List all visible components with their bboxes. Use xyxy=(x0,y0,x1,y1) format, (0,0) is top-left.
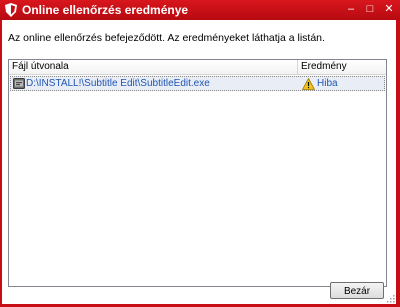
title-bar[interactable]: Online ellenőrzés eredménye – □ ✕ xyxy=(0,0,400,20)
close-button[interactable]: Bezár xyxy=(330,282,384,299)
results-list[interactable]: Fájl útvonala Eredmény D:\INSTALL!\Subti… xyxy=(8,59,387,287)
executable-file-icon xyxy=(13,78,25,89)
status-message: Az online ellenőrzés befejeződött. Az er… xyxy=(8,32,325,44)
minimize-button[interactable]: – xyxy=(344,3,358,16)
dialog-window: Online ellenőrzés eredménye – □ ✕ Az onl… xyxy=(0,0,400,307)
table-row[interactable]: D:\INSTALL!\Subtitle Edit\SubtitleEdit.e… xyxy=(10,76,385,91)
result-cell: Hiba xyxy=(317,78,338,89)
window-title: Online ellenőrzés eredménye xyxy=(22,3,189,17)
column-header-path[interactable]: Fájl útvonala xyxy=(9,60,298,74)
resize-grip-icon[interactable] xyxy=(387,295,395,303)
list-header: Fájl útvonala Eredmény xyxy=(9,60,386,75)
shield-logo-icon xyxy=(5,3,17,17)
dialog-content: Az online ellenőrzés befejeződött. Az er… xyxy=(2,20,396,304)
warning-icon xyxy=(302,78,315,90)
close-window-button[interactable]: ✕ xyxy=(382,3,396,16)
file-path-cell: D:\INSTALL!\Subtitle Edit\SubtitleEdit.e… xyxy=(26,78,210,89)
maximize-button[interactable]: □ xyxy=(363,3,377,16)
column-header-result[interactable]: Eredmény xyxy=(298,60,386,74)
